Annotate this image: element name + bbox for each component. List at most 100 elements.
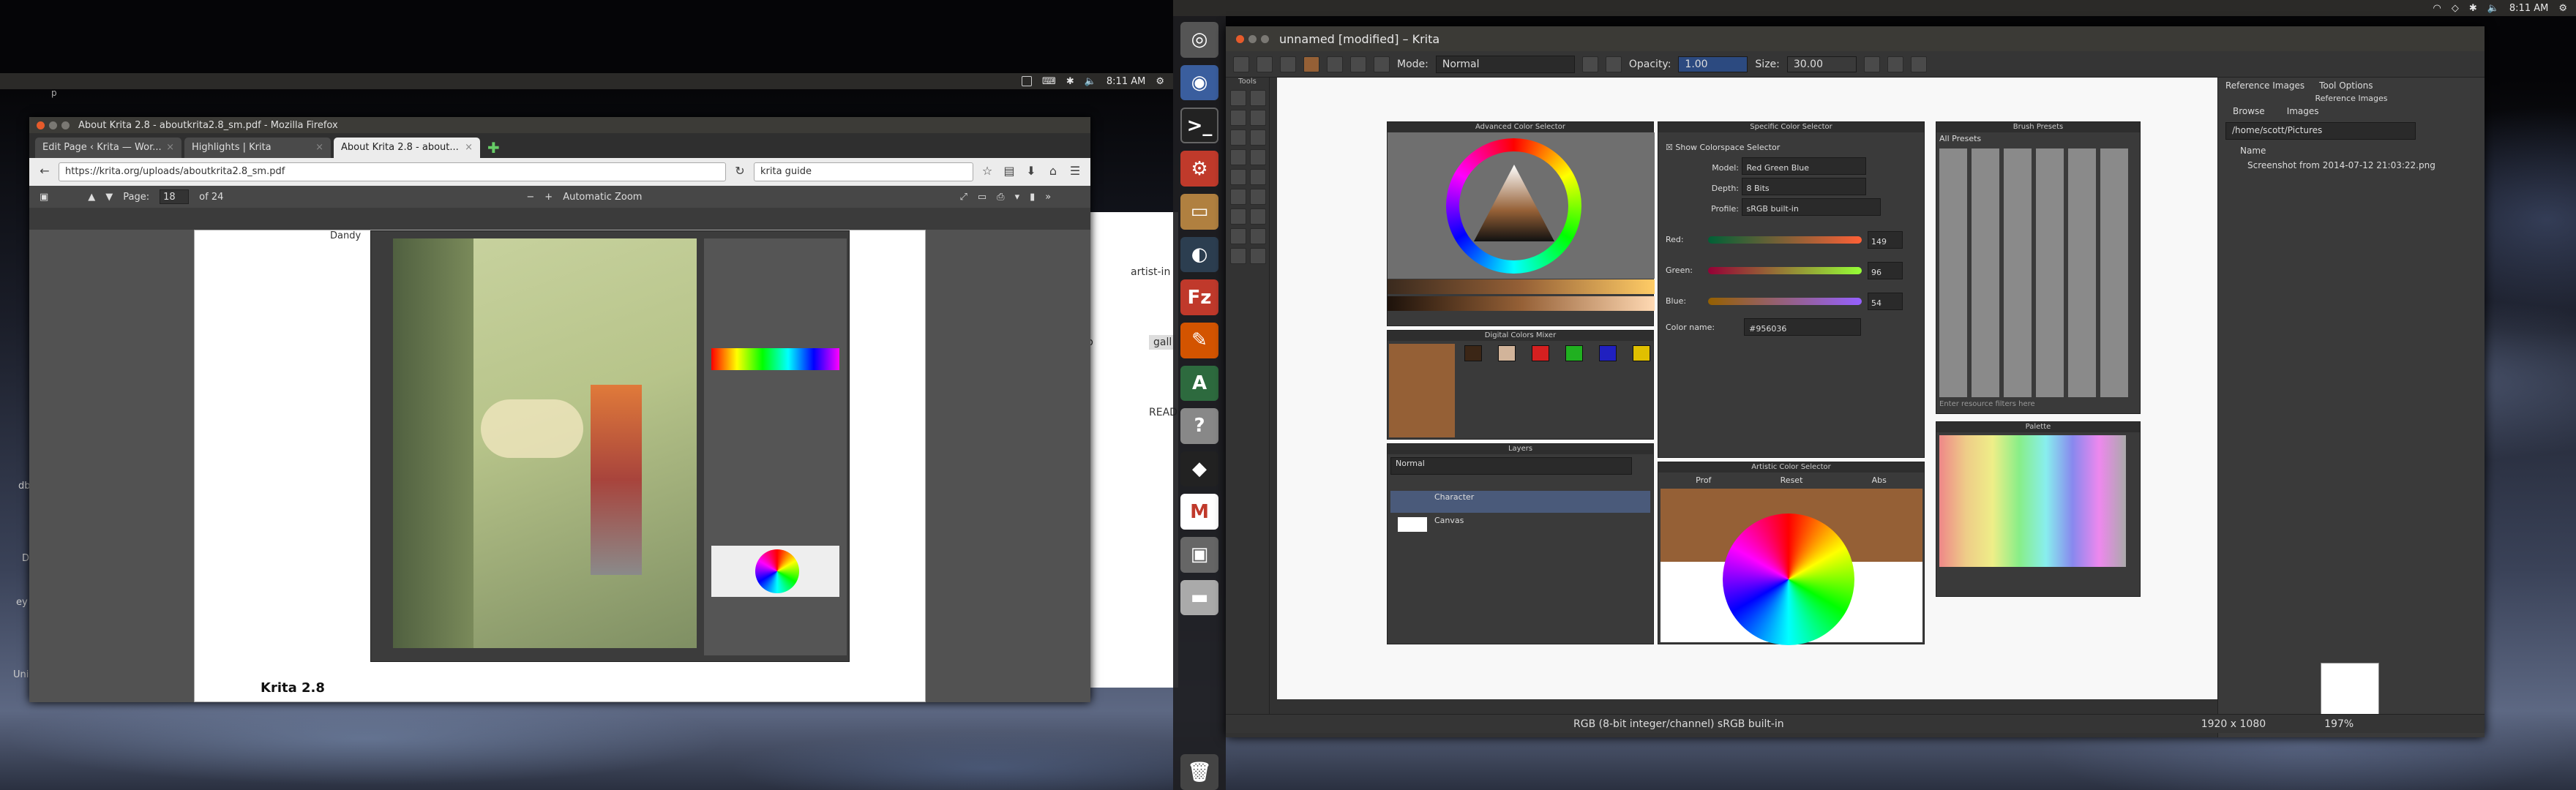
open-icon[interactable] [1257, 56, 1273, 72]
close-icon[interactable] [37, 121, 45, 129]
drive-icon[interactable]: ▬ [1180, 579, 1218, 616]
firefox-icon[interactable]: ◉ [1180, 64, 1218, 101]
zoom-in-icon[interactable]: + [544, 192, 553, 203]
url-bar[interactable]: https://krita.org/uploads/aboutkrita2.8_… [59, 162, 726, 181]
desktop-icon-label[interactable]: Uni [13, 669, 29, 680]
brush-grid[interactable] [1939, 148, 2131, 397]
download-icon[interactable]: ⬇ [1023, 164, 1039, 180]
prof-button[interactable]: Prof [1696, 475, 1711, 485]
grid-tool-icon[interactable] [1250, 228, 1266, 244]
file-label[interactable]: gall [1149, 335, 1177, 350]
close-icon[interactable]: × [315, 142, 323, 154]
terminal-icon[interactable]: >_ [1180, 108, 1218, 144]
transform-tool-icon[interactable] [1250, 90, 1266, 106]
dash-icon[interactable]: ◎ [1180, 22, 1218, 58]
alpha-lock-icon[interactable] [1605, 56, 1622, 72]
zoom-tool-icon[interactable] [1230, 248, 1246, 264]
tab-reference-images[interactable]: Reference Images [2225, 80, 2304, 91]
layer-row-canvas[interactable]: Canvas [1390, 514, 1650, 536]
gradient-tool-icon[interactable] [1250, 169, 1266, 185]
desktop-icon-label[interactable]: p [51, 88, 57, 98]
reload-icon[interactable]: ↻ [732, 164, 748, 180]
volume-icon[interactable]: 🔈 [1085, 76, 1096, 87]
keyboard-icon[interactable]: ⌨ [1042, 76, 1056, 87]
desktop-icon-label[interactable]: D [22, 553, 29, 564]
close-icon[interactable]: × [465, 142, 473, 154]
red-slider[interactable] [1708, 236, 1862, 244]
path-tool-icon[interactable] [1250, 149, 1266, 165]
layer-blend-select[interactable]: Normal [1390, 457, 1632, 475]
preset-search-input[interactable]: Enter resource filters here [1939, 400, 2035, 408]
bookmark-icon[interactable]: ▮ [1030, 192, 1035, 203]
mixer-swatch[interactable] [1464, 345, 1482, 361]
save-icon[interactable] [1280, 56, 1296, 72]
home-icon[interactable]: ⌂ [1045, 164, 1061, 180]
maximize-icon[interactable] [1261, 34, 1269, 43]
gear-icon[interactable]: ⚙ [1156, 76, 1164, 87]
gmail-icon[interactable]: M [1180, 494, 1218, 530]
rect-tool-icon[interactable] [1230, 129, 1246, 146]
file-list-item[interactable]: Screenshot from 2014-07-12 21:03:22.png [2218, 159, 2485, 172]
preset-filter-select[interactable]: All Presets [1936, 132, 2140, 145]
bluetooth-icon[interactable]: ✱ [2469, 3, 2477, 14]
brush-preset-icon[interactable] [1303, 56, 1319, 72]
select-tool-icon[interactable] [1230, 90, 1246, 106]
artistic-wheel[interactable] [1723, 514, 1854, 645]
canvas[interactable]: Advanced Color Selector Specific Color S… [1277, 78, 2258, 699]
brush-settings-icon[interactable] [1374, 56, 1390, 72]
clipboard-icon[interactable]: ▤ [1001, 164, 1017, 180]
pdf-viewport[interactable]: Dandy Krita 2.8 [29, 230, 1090, 702]
prev-page-icon[interactable]: ▲ [88, 192, 95, 203]
ellipse-tool-icon[interactable] [1250, 129, 1266, 146]
line-tool-icon[interactable] [1250, 110, 1266, 126]
size-slider[interactable]: 30.00 [1786, 56, 1857, 72]
blue-input[interactable]: 54 [1868, 293, 1903, 310]
tab-edit-page[interactable]: Edit Page ‹ Krita — Wor... × [35, 138, 181, 158]
palette-grid[interactable] [1939, 435, 2126, 567]
fill-tool-icon[interactable] [1230, 169, 1246, 185]
volume-icon[interactable]: 🔈 [2487, 3, 2499, 14]
zoom-select[interactable]: Automatic Zoom [563, 192, 642, 203]
tab-highlights[interactable]: Highlights | Krita × [184, 138, 331, 158]
help-icon[interactable]: ? [1180, 408, 1218, 444]
krita-icon[interactable]: ✎ [1180, 322, 1218, 358]
maximize-icon[interactable] [61, 121, 70, 129]
tab-images[interactable]: Images [2287, 106, 2319, 116]
gear-icon[interactable]: ⚙ [2558, 3, 2567, 14]
profile-select[interactable]: sRGB built-in [1741, 198, 1881, 216]
sidebar-toggle-icon[interactable]: ▣ [40, 192, 48, 203]
polygon-tool-icon[interactable] [1230, 149, 1246, 165]
green-input[interactable]: 96 [1868, 262, 1903, 279]
measure-tool-icon[interactable] [1250, 208, 1266, 225]
zoom-out-icon[interactable]: − [526, 192, 534, 203]
steam-icon[interactable]: ◐ [1180, 236, 1218, 273]
text-tool-icon[interactable] [1230, 228, 1246, 244]
model-select[interactable]: Red Green Blue [1741, 157, 1866, 175]
pan-tool-icon[interactable] [1250, 248, 1266, 264]
print-icon[interactable]: ⎙ [997, 192, 1004, 203]
reset-button[interactable]: Reset [1781, 475, 1803, 485]
dropbox-icon[interactable] [1022, 76, 1033, 86]
dropbox-icon[interactable]: ◇ [2452, 3, 2459, 14]
file-label[interactable]: artist-in [1131, 266, 1170, 278]
clock[interactable]: 8:11 AM [2509, 3, 2548, 14]
minimize-icon[interactable] [1248, 34, 1257, 43]
depth-select[interactable]: 8 Bits [1741, 178, 1866, 195]
path-select[interactable]: /home/scott/Pictures [2225, 122, 2416, 140]
search-input[interactable]: krita guide [754, 162, 973, 181]
tools-icon[interactable]: » [1045, 192, 1051, 203]
red-input[interactable]: 149 [1868, 231, 1903, 249]
opacity-slider[interactable]: 1.00 [1678, 56, 1748, 72]
inkscape-alt-icon[interactable]: ◆ [1180, 451, 1218, 487]
settings-icon[interactable]: ⚙ [1180, 151, 1218, 187]
mixer-swatch[interactable] [1599, 345, 1617, 361]
filezilla-icon[interactable]: Fz [1180, 279, 1218, 315]
brush-tool-icon[interactable] [1230, 110, 1246, 126]
color-name-input[interactable]: #956036 [1744, 318, 1862, 336]
inkscape-icon[interactable]: A [1180, 365, 1218, 402]
wrap-icon[interactable] [1910, 56, 1927, 72]
tab-tool-options[interactable]: Tool Options [2319, 80, 2373, 91]
blue-slider[interactable] [1708, 298, 1862, 305]
back-icon[interactable]: ← [37, 164, 53, 180]
wifi-icon[interactable]: ◠ [2433, 3, 2441, 14]
